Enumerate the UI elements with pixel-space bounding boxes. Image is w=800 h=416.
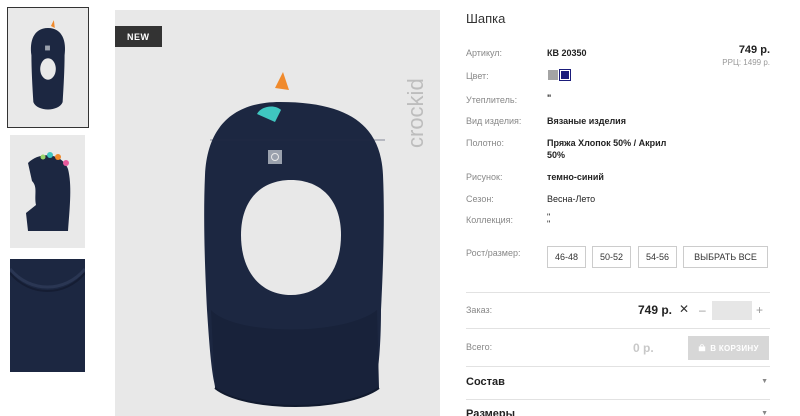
product-title: Шапка [466, 11, 506, 26]
quantity-decrease-button[interactable]: – [699, 303, 706, 317]
hat-detail-thumb-image [10, 259, 85, 372]
fabric-value-line2: 50% [547, 150, 566, 160]
new-badge: NEW [115, 26, 162, 47]
hat-side-thumb-image [10, 135, 85, 248]
color-swatch-navy-fill [561, 71, 569, 79]
quantity-increase-button[interactable]: + [756, 303, 763, 317]
pattern-value: темно-синий [547, 172, 604, 182]
product-info-panel: Шапка 749 р. РРЦ: 1499 р. Артикул: КВ 20… [466, 0, 770, 416]
size-button-54-56[interactable]: 54-56 [638, 246, 677, 268]
item-type-value: Вязаные изделия [547, 116, 626, 126]
times-icon: ✕ [679, 302, 690, 316]
product-price: 749 р. [738, 44, 770, 56]
chevron-down-icon[interactable]: ▼ [761, 378, 768, 385]
season-label: Сезон: [466, 194, 494, 204]
insulation-value: " [547, 93, 552, 103]
hat-main-image [115, 10, 440, 416]
divider [466, 328, 770, 329]
collection-value-line2: " [547, 219, 551, 229]
hat-front-thumb-image [8, 8, 88, 127]
pattern-label: Рисунок: [466, 172, 503, 182]
add-to-cart-label: В КОРЗИНУ [710, 343, 759, 353]
divider [466, 399, 770, 400]
thumbnail-side[interactable] [10, 135, 85, 248]
total-label: Всего: [466, 342, 493, 352]
main-product-image[interactable]: NEW crockid [115, 10, 440, 416]
section-sizes[interactable]: Размеры [466, 408, 515, 416]
recommended-retail-price: РРЦ: 1499 р. [722, 58, 770, 67]
order-price: 749 р. [638, 303, 673, 317]
divider [466, 366, 770, 367]
add-to-cart-button[interactable]: В КОРЗИНУ [688, 336, 769, 360]
fabric-label: Полотно: [466, 138, 505, 148]
quantity-input[interactable] [712, 301, 752, 320]
collection-label: Коллекция: [466, 215, 514, 225]
total-value: 0 р. [633, 341, 654, 355]
section-composition[interactable]: Состав [466, 376, 505, 388]
thumbnail-front[interactable] [7, 7, 89, 128]
order-label: Заказ: [466, 305, 493, 315]
color-swatch-gray[interactable] [548, 70, 558, 80]
thumbnail-detail[interactable] [10, 259, 85, 372]
size-button-46-48[interactable]: 46-48 [547, 246, 586, 268]
brand-logo: crockid [404, 78, 428, 148]
select-all-sizes-button[interactable]: ВЫБРАТЬ ВСЕ [683, 246, 768, 268]
fabric-value: Пряжа Хлопок 50% / Акрил [547, 138, 667, 148]
article-value: КВ 20350 [547, 48, 587, 58]
insulation-label: Утеплитель: [466, 95, 518, 105]
color-label: Цвет: [466, 71, 489, 81]
color-swatch-navy[interactable] [559, 69, 571, 81]
size-label: Рост/размер: [466, 248, 521, 258]
brand-logo-text: crockid [404, 78, 428, 148]
size-button-50-52[interactable]: 50-52 [592, 246, 631, 268]
divider [466, 292, 770, 293]
chevron-down-icon[interactable]: ▼ [761, 410, 768, 416]
article-label: Артикул: [466, 48, 503, 58]
cart-icon [699, 344, 706, 352]
item-type-label: Вид изделия: [466, 116, 522, 126]
season-value: Весна-Лето [547, 194, 596, 204]
